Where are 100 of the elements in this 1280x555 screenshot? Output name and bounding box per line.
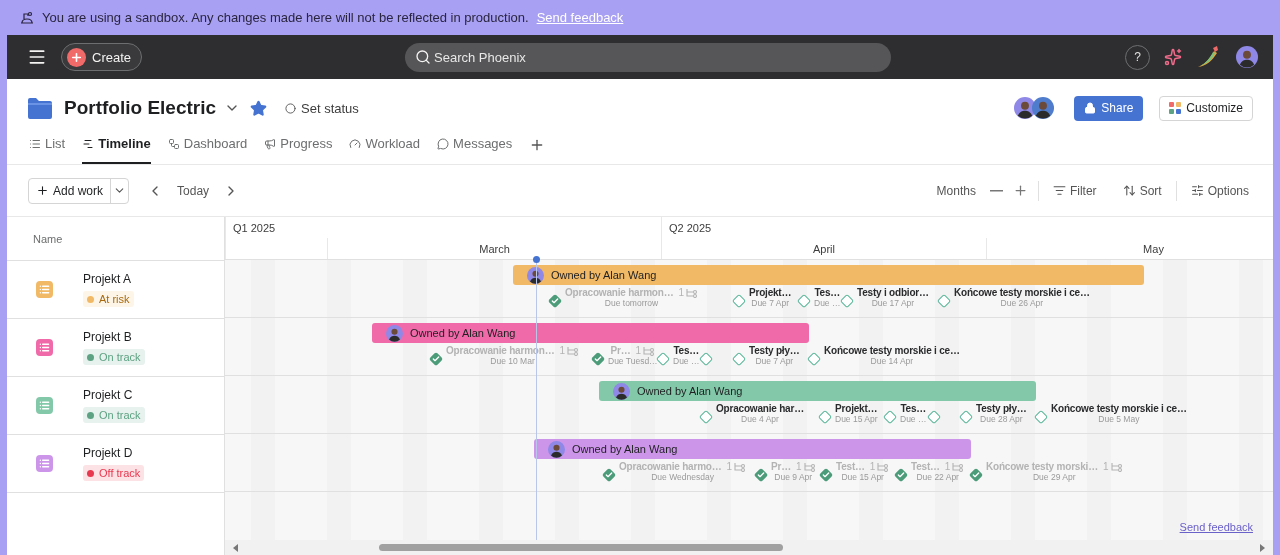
due-date: Due 10 Mar: [490, 356, 535, 366]
status-badge: Off track: [83, 465, 145, 481]
search-icon: [415, 48, 432, 65]
options-icon: [1190, 184, 1204, 197]
project-bar[interactable]: Owned by Alan Wang: [513, 265, 1144, 285]
options-button[interactable]: Options: [1186, 183, 1253, 198]
check-icon: [551, 297, 559, 305]
scroll-right-icon[interactable]: [1258, 543, 1266, 552]
status-badge: At risk: [83, 291, 134, 307]
scrollbar-thumb[interactable]: [379, 544, 783, 551]
zoom-level-button[interactable]: Months: [932, 183, 980, 198]
portfolio-title: Portfolio Electric: [64, 97, 217, 119]
subtask-count: 1: [678, 287, 684, 298]
project-name[interactable]: Projekt B: [83, 330, 132, 344]
search-field[interactable]: Search Phoenix: [405, 42, 892, 72]
subtask-count: 1: [869, 461, 876, 472]
due-date: Due Wednesday: [651, 472, 714, 482]
milestone-title[interactable]: Testy i odbior…: [857, 287, 929, 298]
milestone-title[interactable]: Tes…: [814, 287, 841, 298]
sandbox-icon: [20, 10, 34, 25]
view-tab[interactable]: Progress: [264, 125, 333, 164]
today-marker: [533, 256, 540, 263]
milestone-title[interactable]: Końcowe testy morskie i ce…: [954, 287, 1090, 298]
sandbox-notice: You are using a sandbox. Any changes made here will not be reflected in production.: [42, 10, 529, 25]
due-date: Due 29 Apr: [1033, 472, 1076, 482]
milestone-title[interactable]: Projekt…: [835, 403, 878, 414]
filter-button[interactable]: Filter: [1048, 183, 1101, 198]
due-date: Due …: [814, 298, 841, 308]
subtask-icon: [734, 461, 747, 472]
today-button[interactable]: Today: [173, 183, 214, 198]
milestone-title[interactable]: Testy pły…: [976, 403, 1027, 414]
view-tab[interactable]: Messages: [437, 125, 513, 164]
dashboard-icon: [167, 137, 180, 150]
subtask-count: 1: [944, 461, 951, 472]
zoom-in-button[interactable]: [1012, 183, 1028, 198]
due-date: Due 15 Apr: [841, 472, 884, 482]
bar-label: Owned by Alan Wang: [572, 443, 678, 455]
owner-avatar: [527, 266, 544, 284]
sort-button[interactable]: Sort: [1118, 183, 1166, 198]
project-name[interactable]: Projekt D: [83, 446, 133, 460]
plus-icon: [36, 184, 49, 197]
column-header: Name: [7, 217, 224, 261]
share-button[interactable]: Share: [1074, 95, 1144, 121]
view-tab[interactable]: List: [29, 125, 66, 164]
milestone-title[interactable]: Testy pły…: [749, 345, 800, 356]
month-label: May: [986, 238, 1273, 259]
filter-icon: [1052, 184, 1066, 197]
milestone-title[interactable]: Końcowe testy morskie i ce…: [1051, 403, 1187, 414]
check-icon: [972, 471, 980, 479]
due-date: Due 4 Apr: [741, 414, 779, 424]
check-icon: [432, 355, 440, 363]
create-button[interactable]: Create: [61, 43, 143, 71]
project-bar[interactable]: Owned by Alan Wang: [599, 381, 1036, 401]
view-tab[interactable]: Workload: [349, 125, 421, 164]
project-bar[interactable]: Owned by Alan Wang: [534, 439, 971, 459]
member-avatar: [1032, 97, 1055, 119]
view-tab[interactable]: Dashboard: [167, 125, 248, 164]
scroll-left-icon[interactable]: [232, 543, 240, 552]
check-icon: [757, 471, 765, 479]
status-badge: On track: [83, 349, 145, 365]
milestone-title[interactable]: Projekt…: [749, 287, 792, 298]
project-bar[interactable]: Owned by Alan Wang: [372, 323, 809, 343]
subtask-icon: [567, 345, 579, 356]
customize-button[interactable]: Customize: [1159, 95, 1253, 121]
zoom-out-button[interactable]: [989, 189, 1003, 192]
user-avatar: [1236, 46, 1258, 68]
minus-icon: [989, 189, 1003, 192]
due-date: Due …: [900, 414, 927, 424]
timeline-icon: [82, 137, 95, 150]
star-icon[interactable]: [250, 99, 268, 117]
milestone-title[interactable]: Tes…: [673, 345, 700, 356]
menu-button[interactable]: [27, 47, 47, 67]
check-icon: [897, 471, 905, 479]
subtask-icon: [643, 345, 656, 356]
due-date: Due 14 Apr: [870, 356, 914, 366]
milestone-title[interactable]: Tes…: [900, 403, 927, 414]
subtask-count: 1: [1102, 461, 1109, 472]
set-status-button[interactable]: Set status: [285, 100, 359, 116]
plus-icon: [67, 47, 86, 67]
due-date: Due tomorrow: [604, 298, 659, 308]
ai-button[interactable]: [1164, 48, 1182, 66]
chat-icon: [437, 137, 450, 150]
feedback-link[interactable]: Send feedback: [1179, 521, 1253, 533]
milestone-title[interactable]: Końcowe testy morskie i ce…: [824, 345, 960, 356]
bar-label: Owned by Alan Wang: [410, 327, 516, 339]
view-tab[interactable]: Timeline: [82, 125, 151, 164]
due-date: Due 7 Apr: [755, 356, 794, 366]
due-date: Due 17 Apr: [871, 298, 915, 308]
circle-icon: [285, 102, 297, 114]
due-date: Due 7 Apr: [751, 298, 790, 308]
folder-icon: [27, 97, 53, 119]
plus-icon: [1012, 183, 1028, 198]
check-icon: [594, 355, 602, 363]
milestone-title[interactable]: Opracowanie har…: [716, 403, 804, 414]
sort-icon: [1122, 184, 1136, 197]
lock-icon: [1084, 102, 1097, 114]
project-name[interactable]: Projekt A: [83, 272, 132, 286]
project-name[interactable]: Projekt C: [83, 388, 133, 402]
megaphone-icon: [264, 137, 277, 150]
month-label: April: [661, 238, 986, 259]
